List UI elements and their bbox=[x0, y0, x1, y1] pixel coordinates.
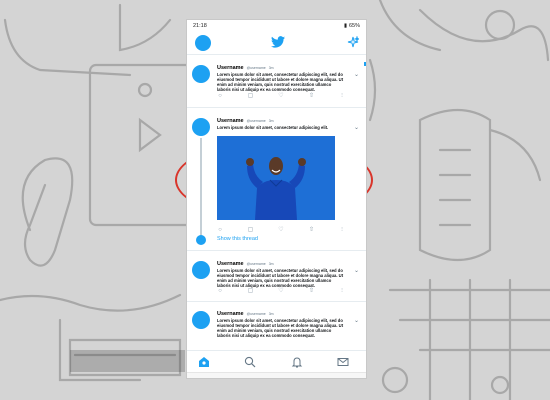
share-icon[interactable]: ⇧ bbox=[307, 93, 317, 99]
tweet-handle: @username bbox=[246, 312, 266, 316]
like-icon[interactable]: ♡ bbox=[276, 93, 286, 99]
search-icon[interactable] bbox=[244, 356, 256, 368]
status-bar: 21:18 ▮ 65% bbox=[187, 20, 366, 32]
chevron-down-icon[interactable]: ⌄ bbox=[354, 124, 359, 131]
notifications-icon[interactable] bbox=[291, 356, 303, 368]
chevron-down-icon[interactable]: ⌄ bbox=[354, 317, 359, 324]
retweet-icon[interactable]: ▢ bbox=[246, 288, 256, 294]
home-icon[interactable] bbox=[198, 356, 210, 368]
battery-level: 65% bbox=[348, 23, 360, 29]
tweet-username[interactable]: Username bbox=[217, 261, 244, 267]
tweet-header: Username @username 3m bbox=[217, 261, 274, 267]
tweet-time: 3m bbox=[268, 312, 274, 316]
app-bar bbox=[187, 32, 366, 55]
analytics-icon[interactable]: ⫶ bbox=[337, 227, 347, 233]
tweet-header: Username @username 3m bbox=[217, 311, 274, 317]
tweet-time: 3m bbox=[268, 66, 274, 70]
tweet-time: 3m bbox=[268, 262, 274, 266]
tweet-text: Lorem ipsum dolor sit amet, consectetur … bbox=[217, 125, 329, 130]
profile-avatar[interactable] bbox=[195, 35, 211, 51]
tweet-actions: ○ ▢ ♡ ⇧ ⫶ bbox=[215, 93, 347, 99]
chevron-down-icon[interactable]: ⌄ bbox=[354, 71, 359, 78]
share-icon[interactable]: ⇧ bbox=[307, 227, 317, 233]
tweet-username[interactable]: Username bbox=[217, 118, 244, 124]
tweet-text: Lorem ipsum dolor sit amet, consectetur … bbox=[217, 72, 344, 92]
tweet-username[interactable]: Username bbox=[217, 65, 244, 71]
analytics-icon[interactable]: ⫶ bbox=[337, 288, 347, 294]
tweet-handle: @username bbox=[246, 119, 266, 123]
tweet-avatar[interactable] bbox=[192, 311, 210, 329]
status-right: ▮ 65% bbox=[344, 23, 360, 29]
tweet-username[interactable]: Username bbox=[217, 311, 244, 317]
signal-icon: ▮ bbox=[343, 23, 347, 29]
phone-screen: 21:18 ▮ 65% Username @username 3m ⌄ Lore… bbox=[187, 20, 366, 378]
share-icon[interactable]: ⇧ bbox=[307, 288, 317, 294]
person-celebrating-image bbox=[217, 136, 335, 220]
tweet-actions: ○ ▢ ♡ ⇧ ⫶ bbox=[215, 227, 347, 233]
tweet-header: Username @username 3m bbox=[217, 65, 274, 71]
tweet-avatar[interactable] bbox=[192, 65, 210, 83]
reply-icon[interactable]: ○ bbox=[215, 227, 225, 233]
tweet-handle: @username bbox=[246, 262, 266, 266]
thread-line bbox=[200, 138, 202, 238]
status-time: 21:18 bbox=[193, 23, 207, 29]
tweet-4[interactable]: Username @username 3m ⌄ Lorem ipsum dolo… bbox=[187, 301, 366, 349]
bottom-tab-bar bbox=[187, 350, 366, 373]
reply-icon[interactable]: ○ bbox=[215, 288, 225, 294]
tweet-text: Lorem ipsum dolor sit amet, consectetur … bbox=[217, 268, 344, 288]
thread-avatar-small bbox=[196, 235, 206, 245]
chevron-down-icon[interactable]: ⌄ bbox=[354, 267, 359, 274]
retweet-icon[interactable]: ▢ bbox=[246, 93, 256, 99]
messages-icon[interactable] bbox=[337, 356, 349, 368]
retweet-icon[interactable]: ▢ bbox=[246, 227, 256, 233]
reply-icon[interactable]: ○ bbox=[215, 93, 225, 99]
tweet-header: Username @username 3m bbox=[217, 118, 274, 124]
like-icon[interactable]: ♡ bbox=[276, 288, 286, 294]
show-thread-link[interactable]: Show this thread bbox=[217, 236, 258, 242]
twitter-bird-icon bbox=[271, 36, 285, 48]
tweet-text: Lorem ipsum dolor sit amet, consectetur … bbox=[217, 318, 344, 338]
tweet-time: 3m bbox=[268, 119, 274, 123]
sparkle-icon[interactable] bbox=[347, 36, 359, 48]
tweet-handle: @username bbox=[246, 66, 266, 70]
like-icon[interactable]: ♡ bbox=[276, 227, 286, 233]
system-nav-bar bbox=[187, 372, 366, 378]
tweet-avatar[interactable] bbox=[192, 118, 210, 136]
tweet-3[interactable]: Username @username 3m ⌄ Lorem ipsum dolo… bbox=[187, 251, 366, 302]
tweet-media-image[interactable] bbox=[217, 136, 335, 220]
analytics-icon[interactable]: ⫶ bbox=[337, 93, 347, 99]
tweet-1[interactable]: Username @username 3m ⌄ Lorem ipsum dolo… bbox=[187, 55, 366, 108]
tweet-actions: ○ ▢ ♡ ⇧ ⫶ bbox=[215, 288, 347, 294]
tweet-avatar[interactable] bbox=[192, 261, 210, 279]
